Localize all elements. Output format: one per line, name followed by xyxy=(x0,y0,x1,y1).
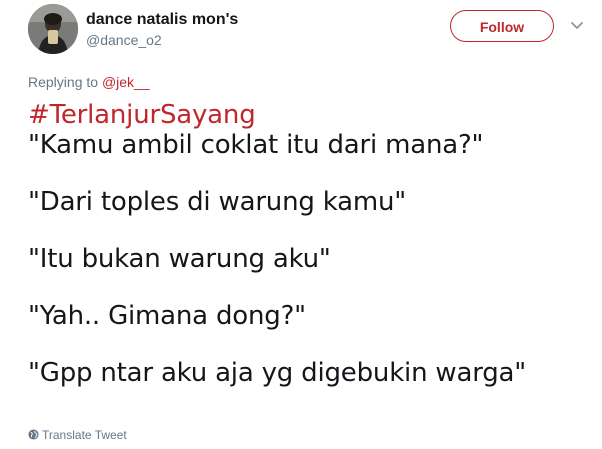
tweet-line: "Itu bukan warung aku" xyxy=(28,244,331,274)
globe-icon xyxy=(28,429,39,440)
tweet-line: "Yah.. Gimana dong?" xyxy=(28,301,306,331)
replying-to: Replying to @jek__ xyxy=(28,73,150,91)
username[interactable]: @dance_o2 xyxy=(86,31,238,49)
line-spacer xyxy=(28,160,588,187)
hashtag-link[interactable]: #TerlanjurSayang xyxy=(28,100,588,130)
avatar-image xyxy=(28,4,78,54)
chevron-down-icon[interactable] xyxy=(570,21,584,31)
avatar[interactable] xyxy=(28,4,78,54)
tweet-line: "Gpp ntar aku aja yg digebukin warga" xyxy=(28,358,527,388)
user-names: dance natalis mon's @dance_o2 xyxy=(86,10,238,49)
display-name[interactable]: dance natalis mon's xyxy=(86,10,238,30)
tweet-card: dance natalis mon's @dance_o2 Follow Rep… xyxy=(0,0,602,449)
tweet-text: #TerlanjurSayang "Kamu ambil coklat itu … xyxy=(28,100,588,388)
translate-label: Translate Tweet xyxy=(42,428,127,442)
line-spacer xyxy=(28,331,588,358)
reply-mention-link[interactable]: @jek__ xyxy=(102,74,150,90)
replying-to-prefix: Replying to xyxy=(28,74,102,90)
line-spacer xyxy=(28,274,588,301)
follow-button[interactable]: Follow xyxy=(450,10,554,42)
tweet-line: "Kamu ambil coklat itu dari mana?" xyxy=(28,130,484,160)
tweet-line: "Dari toples di warung kamu" xyxy=(28,187,407,217)
translate-tweet-link[interactable]: Translate Tweet xyxy=(28,428,127,442)
tweet-header: dance natalis mon's @dance_o2 Follow xyxy=(28,4,602,54)
line-spacer xyxy=(28,217,588,244)
